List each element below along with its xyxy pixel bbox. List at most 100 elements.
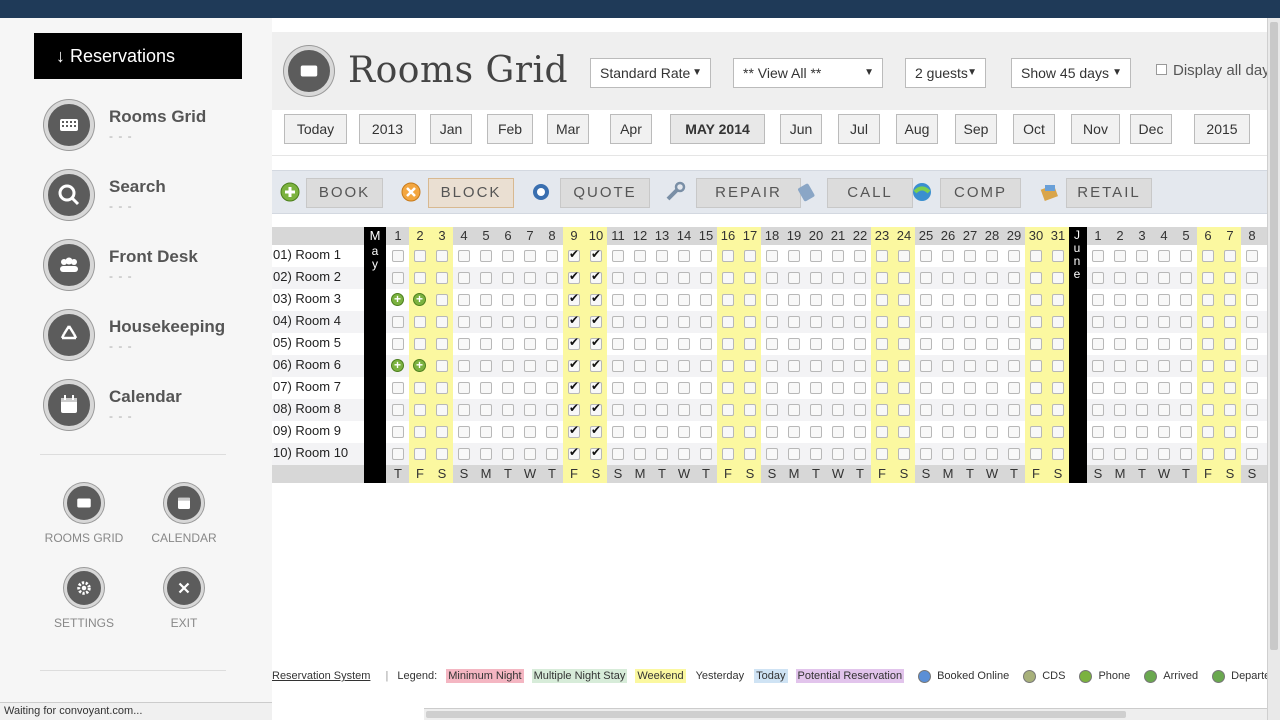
horizontal-scrollbar[interactable] [424, 708, 1267, 720]
room-label[interactable]: 07) Room 7 [272, 377, 364, 399]
room-day-checkbox[interactable] [964, 426, 976, 438]
room-day-checkbox[interactable] [524, 426, 536, 438]
room-day-checkbox[interactable] [942, 360, 954, 372]
shortcut-settings[interactable]: SETTINGS [39, 568, 129, 630]
room-day-checkbox[interactable] [1030, 360, 1042, 372]
room-day-checkbox[interactable] [722, 404, 734, 416]
room-day-checkbox[interactable] [898, 272, 910, 284]
room-day-checkbox[interactable] [524, 448, 536, 460]
room-day-checkbox[interactable] [788, 338, 800, 350]
room-day-checkbox[interactable] [590, 445, 602, 460]
room-day-checkbox[interactable] [788, 316, 800, 328]
room-day-checkbox[interactable] [546, 404, 558, 416]
quote-icon[interactable] [530, 181, 552, 203]
room-day-checkbox[interactable] [436, 294, 448, 306]
room-day-checkbox[interactable] [1224, 426, 1236, 438]
room-day-checkbox[interactable] [590, 247, 602, 262]
room-day-checkbox[interactable] [1180, 272, 1192, 284]
room-day-checkbox[interactable] [1180, 404, 1192, 416]
reservation-system-link[interactable]: Reservation System [272, 670, 370, 682]
room-day-checkbox[interactable] [524, 382, 536, 394]
room-day-checkbox[interactable] [392, 404, 404, 416]
room-day-checkbox[interactable] [1246, 404, 1258, 416]
room-day-checkbox[interactable] [964, 294, 976, 306]
room-day-checkbox[interactable] [1136, 316, 1148, 328]
room-day-checkbox[interactable] [832, 382, 844, 394]
room-day-checkbox[interactable] [854, 294, 866, 306]
room-day-checkbox[interactable] [1092, 272, 1104, 284]
room-day-checkbox[interactable] [502, 272, 514, 284]
room-day-checkbox[interactable] [920, 448, 932, 460]
room-day-checkbox[interactable] [876, 448, 888, 460]
room-day-checkbox[interactable] [590, 379, 602, 394]
room-day-checkbox[interactable] [964, 250, 976, 262]
room-day-checkbox[interactable] [1008, 448, 1020, 460]
room-day-checkbox[interactable] [678, 448, 690, 460]
room-day-checkbox[interactable] [832, 250, 844, 262]
room-day-checkbox[interactable] [1136, 338, 1148, 350]
room-day-checkbox[interactable] [634, 426, 646, 438]
room-day-checkbox[interactable] [986, 360, 998, 372]
room-day-checkbox[interactable] [1136, 404, 1148, 416]
room-day-checkbox[interactable] [810, 338, 822, 350]
month-button-jun[interactable]: Jun [780, 114, 822, 144]
room-day-checkbox[interactable] [1202, 360, 1214, 372]
room-day-checkbox[interactable] [766, 272, 778, 284]
room-day-checkbox[interactable] [502, 294, 514, 306]
room-day-checkbox[interactable] [568, 247, 580, 262]
room-day-checkbox[interactable] [634, 272, 646, 284]
room-day-checkbox[interactable] [1114, 294, 1126, 306]
room-day-checkbox[interactable] [480, 338, 492, 350]
room-day-checkbox[interactable] [1158, 338, 1170, 350]
room-day-checkbox[interactable] [700, 404, 712, 416]
room-day-checkbox[interactable] [568, 269, 580, 284]
room-day-checkbox[interactable] [744, 316, 756, 328]
room-day-checkbox[interactable] [964, 272, 976, 284]
room-day-checkbox[interactable] [700, 426, 712, 438]
room-day-checkbox[interactable] [876, 404, 888, 416]
room-day-checkbox[interactable] [656, 404, 668, 416]
room-day-checkbox[interactable] [1092, 448, 1104, 460]
room-day-checkbox[interactable] [766, 426, 778, 438]
room-day-checkbox[interactable] [1224, 448, 1236, 460]
room-day-checkbox[interactable] [744, 382, 756, 394]
room-day-checkbox[interactable] [436, 404, 448, 416]
room-day-checkbox[interactable] [722, 382, 734, 394]
room-day-checkbox[interactable] [1052, 316, 1064, 328]
room-day-checkbox[interactable] [942, 426, 954, 438]
room-day-checkbox[interactable] [1136, 426, 1148, 438]
room-day-checkbox[interactable] [1224, 338, 1236, 350]
room-day-checkbox[interactable] [612, 382, 624, 394]
room-label[interactable]: 05) Room 5 [272, 333, 364, 355]
room-day-checkbox[interactable] [656, 250, 668, 262]
month-button-jul[interactable]: Jul [838, 114, 880, 144]
room-day-checkbox[interactable] [502, 316, 514, 328]
room-day-checkbox[interactable] [854, 448, 866, 460]
room-day-checkbox[interactable] [744, 272, 756, 284]
room-day-checkbox[interactable] [458, 316, 470, 328]
room-day-checkbox[interactable] [1246, 316, 1258, 328]
room-day-checkbox[interactable] [1158, 448, 1170, 460]
room-day-checkbox[interactable] [810, 404, 822, 416]
room-day-checkbox[interactable] [546, 426, 558, 438]
room-day-checkbox[interactable] [898, 426, 910, 438]
room-day-checkbox[interactable] [1202, 404, 1214, 416]
room-day-checkbox[interactable] [1092, 316, 1104, 328]
room-day-checkbox[interactable] [1092, 250, 1104, 262]
room-day-checkbox[interactable] [942, 404, 954, 416]
room-day-checkbox[interactable] [788, 448, 800, 460]
room-day-checkbox[interactable] [414, 382, 426, 394]
room-day-checkbox[interactable] [986, 382, 998, 394]
room-day-checkbox[interactable] [986, 294, 998, 306]
room-day-checkbox[interactable] [1092, 294, 1104, 306]
room-day-checkbox[interactable] [1008, 382, 1020, 394]
block-button[interactable]: BLOCK [428, 178, 514, 208]
room-day-checkbox[interactable] [414, 338, 426, 350]
scroll-thumb[interactable] [426, 711, 1126, 718]
room-day-checkbox[interactable] [1136, 360, 1148, 372]
room-day-checkbox[interactable] [1092, 426, 1104, 438]
room-day-checkbox[interactable] [1180, 360, 1192, 372]
room-day-checkbox[interactable] [1030, 316, 1042, 328]
room-day-checkbox[interactable] [480, 426, 492, 438]
room-day-checkbox[interactable] [1092, 360, 1104, 372]
